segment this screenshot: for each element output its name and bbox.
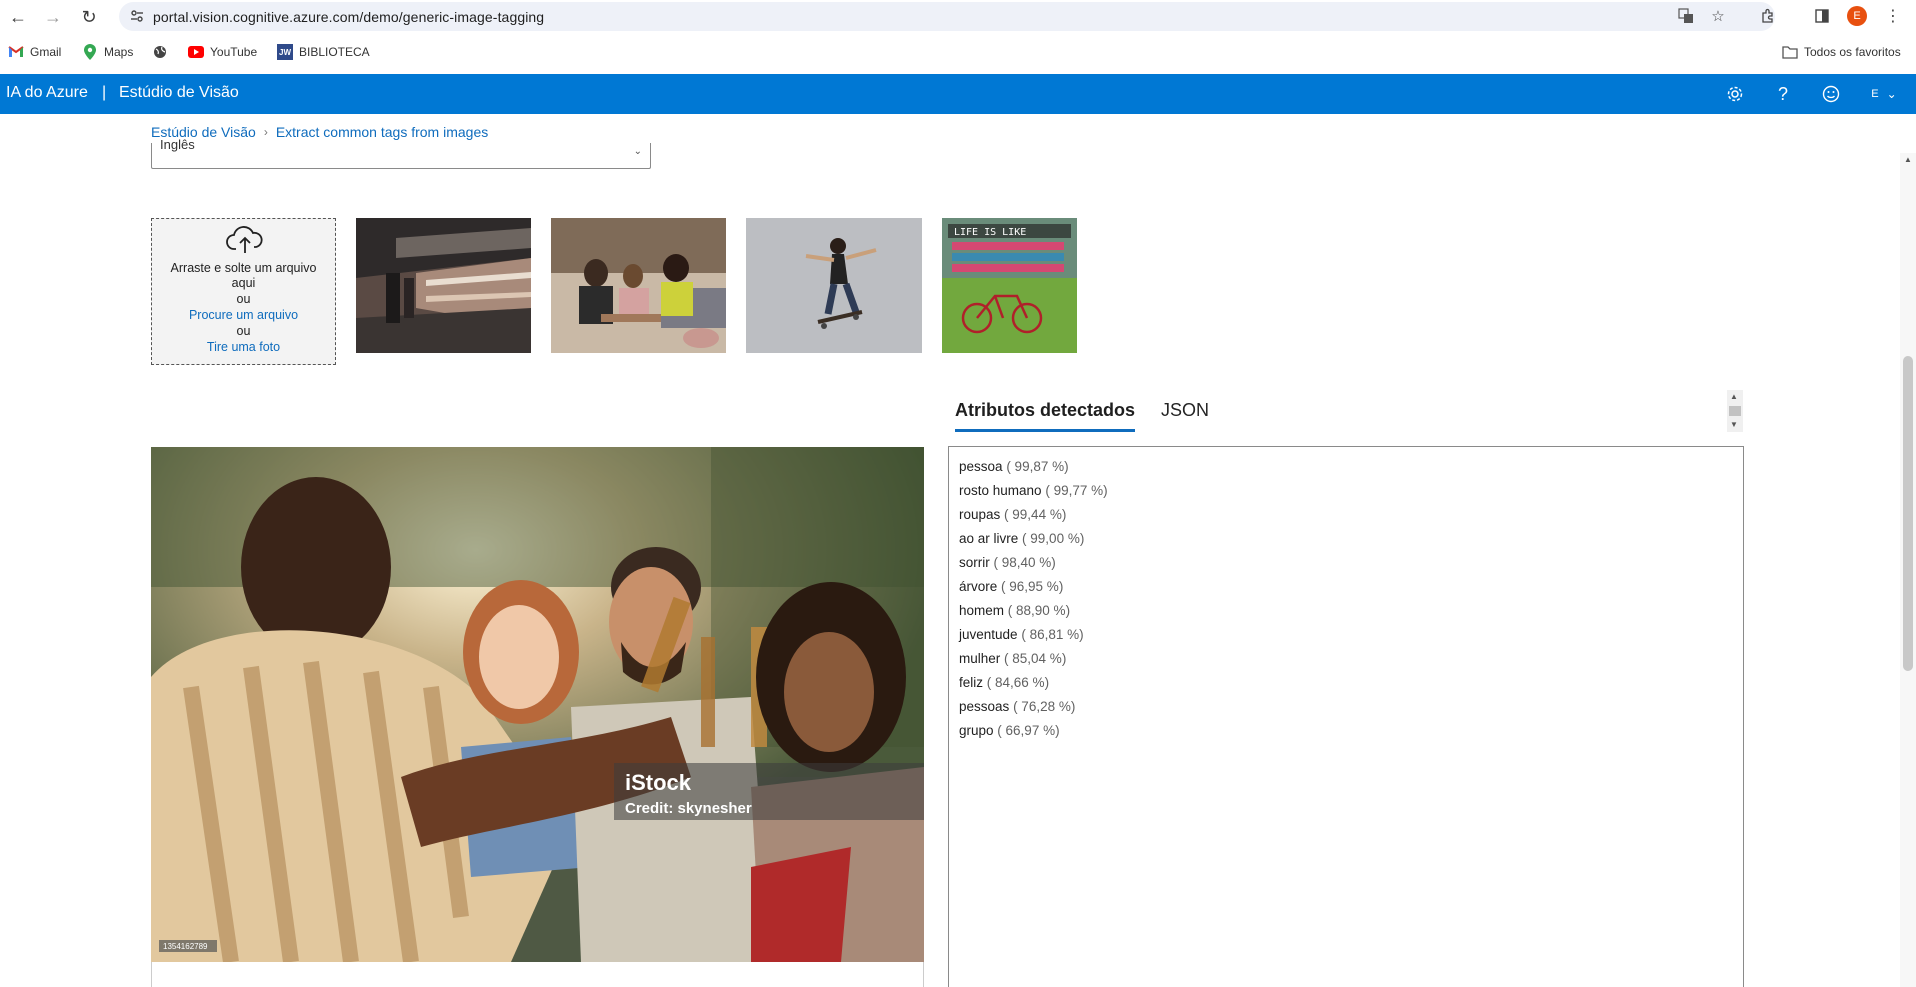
extensions-icon[interactable] — [1757, 5, 1779, 27]
analyzed-image: iStock Credit: skynesher 1354162789 — [151, 447, 924, 962]
scroll-thumb[interactable] — [1903, 356, 1913, 671]
cloud-upload-icon — [226, 226, 263, 253]
scroll-up-icon[interactable]: ▲ — [1730, 392, 1738, 401]
tab-detected-attributes[interactable]: Atributos detectados — [955, 400, 1136, 432]
list-item: rosto humano ( 99,77 %) — [959, 483, 1108, 498]
settings-gear-icon[interactable] — [1724, 83, 1746, 105]
list-item: roupas ( 99,44 %) — [959, 507, 1067, 522]
site-info-icon[interactable] — [129, 8, 145, 24]
tabs-scrollbar[interactable]: ▲ ▼ — [1727, 390, 1743, 432]
bookmarks-bar: Gmail Maps YouTube JW BIBLIOTECA Todos o… — [0, 41, 1916, 63]
dropzone-instructions: Arraste e solte um arquivo aqui — [170, 261, 317, 290]
maps-pin-icon — [82, 44, 98, 60]
istock-credit: Credit: skynesher — [625, 800, 752, 817]
header-separator: | — [102, 84, 107, 101]
feedback-smiley-icon[interactable] — [1820, 83, 1842, 105]
list-item: homem ( 88,90 %) — [959, 603, 1071, 618]
reload-icon[interactable]: ↻ — [76, 4, 102, 30]
list-item: feliz ( 84,66 %) — [959, 675, 1050, 690]
dropzone-or: ou — [236, 324, 251, 338]
svg-text:LIFE IS LIKE: LIFE IS LIKE — [954, 227, 1026, 238]
address-bar[interactable]: portal.vision.cognitive.azure.com/demo/g… — [119, 2, 1775, 31]
upload-dropzone[interactable]: Arraste e solte um arquivo aqui ou Procu… — [151, 218, 336, 365]
sample-image-skateboarder[interactable] — [746, 218, 922, 353]
menu-kebab-icon[interactable]: ⋮ — [1882, 5, 1904, 27]
browse-file-link[interactable]: Procure um arquivo — [152, 308, 335, 322]
account-menu[interactable]: E ⌄ — [1864, 83, 1904, 105]
scroll-up-icon[interactable]: ▲ — [1904, 155, 1912, 164]
language-dropdown[interactable]: Inglês ⌄ — [151, 137, 651, 169]
istock-watermark: iStock — [625, 770, 692, 795]
tab-label: Atributos detectados — [955, 400, 1136, 420]
bookmark-star-icon[interactable]: ☆ — [1708, 6, 1728, 26]
breadcrumb-current[interactable]: Extract common tags from images — [276, 124, 488, 140]
globe-icon — [152, 44, 168, 60]
bookmark-biblioteca[interactable]: JW BIBLIOTECA — [277, 41, 370, 63]
breadcrumb: Estúdio de Visão › Extract common tags f… — [151, 124, 488, 140]
dropzone-or: ou — [236, 292, 251, 306]
scroll-down-icon[interactable]: ▼ — [1730, 420, 1738, 429]
jw-library-icon: JW — [277, 44, 293, 60]
bookmark-label: Gmail — [30, 45, 62, 59]
bookmark-globe[interactable] — [152, 41, 168, 63]
take-photo-link[interactable]: Tire uma foto — [152, 340, 335, 354]
bookmark-youtube[interactable]: YouTube — [188, 41, 257, 63]
bookmark-maps[interactable]: Maps — [82, 41, 133, 63]
page-scrollbar[interactable]: ▲ — [1900, 153, 1916, 987]
youtube-icon — [188, 44, 204, 60]
chevron-down-icon: ⌄ — [633, 146, 642, 157]
image-card-frame — [151, 962, 924, 987]
side-panel-icon[interactable] — [1811, 5, 1833, 27]
istock-image-id: 1354162789 — [163, 942, 208, 951]
azure-app-header: IA do Azure | Estúdio de Visão ? E ⌄ — [0, 74, 1916, 114]
list-item: mulher ( 85,04 %) — [959, 651, 1067, 666]
azure-brand[interactable]: IA do Azure — [6, 84, 88, 102]
gmail-icon — [8, 44, 24, 60]
sample-image-bicycle-poster[interactable]: LIFE IS LIKE — [942, 218, 1077, 353]
list-item: pessoa ( 99,87 %) — [959, 459, 1069, 474]
result-tabs: Atributos detectados JSON — [955, 400, 1209, 432]
bookmark-label: Maps — [104, 45, 134, 59]
vision-studio-title[interactable]: Estúdio de Visão — [119, 84, 239, 102]
detected-attributes-panel: pessoa ( 99,87 %) rosto humano ( 99,77 %… — [948, 446, 1744, 987]
profile-avatar[interactable]: E — [1847, 6, 1867, 26]
list-item: grupo ( 66,97 %) — [959, 723, 1060, 738]
scroll-thumb[interactable] — [1729, 406, 1741, 416]
list-item: juventude ( 86,81 %) — [959, 627, 1084, 642]
tab-json[interactable]: JSON — [1161, 400, 1209, 432]
folder-icon — [1782, 44, 1798, 60]
language-value: Inglês — [160, 137, 195, 152]
bookmark-label: YouTube — [210, 45, 258, 59]
translate-icon[interactable] — [1676, 6, 1696, 26]
sample-image-train-station[interactable] — [356, 218, 531, 353]
browser-toolbar: ← → ↻ portal.vision.cognitive.azure.com/… — [0, 0, 1916, 33]
list-item: sorrir ( 98,40 %) — [959, 555, 1056, 570]
help-icon[interactable]: ? — [1772, 83, 1794, 105]
account-initial: E — [1871, 88, 1879, 100]
back-icon[interactable]: ← — [5, 4, 31, 30]
chevron-right-icon: › — [263, 125, 268, 139]
list-item: árvore ( 96,95 %) — [959, 579, 1064, 594]
bookmark-gmail[interactable]: Gmail — [8, 41, 61, 63]
bookmark-label: BIBLIOTECA — [299, 45, 370, 59]
tab-label: JSON — [1161, 400, 1210, 420]
forward-icon[interactable]: → — [40, 4, 66, 30]
chevron-down-icon: ⌄ — [1886, 87, 1897, 101]
sample-image-office-meeting[interactable] — [551, 218, 726, 353]
url-text[interactable]: portal.vision.cognitive.azure.com/demo/g… — [153, 9, 544, 25]
all-bookmarks[interactable]: Todos os favoritos — [1782, 41, 1901, 63]
list-item: pessoas ( 76,28 %) — [959, 699, 1076, 714]
list-item: ao ar livre ( 99,00 %) — [959, 531, 1085, 546]
all-bookmarks-label: Todos os favoritos — [1804, 45, 1901, 59]
